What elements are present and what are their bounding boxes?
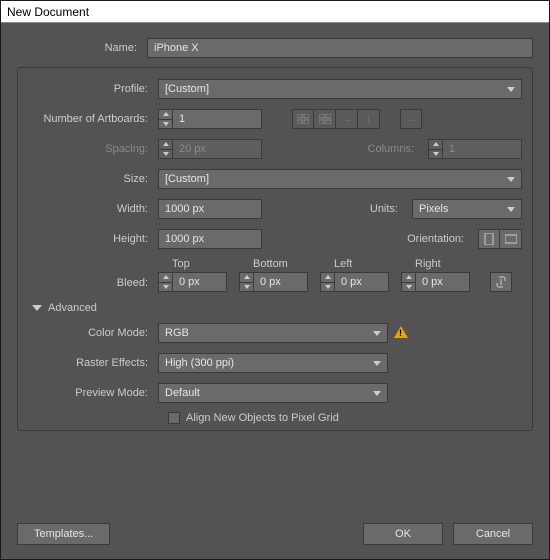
size-dropdown[interactable]: [Custom] <box>158 169 522 189</box>
chevron-down-icon <box>507 87 515 92</box>
color-mode-value: RGB <box>165 327 189 339</box>
artboards-stepper[interactable] <box>158 109 262 129</box>
chevron-down-icon <box>32 305 42 311</box>
profile-dropdown[interactable]: [Custom] <box>158 79 522 99</box>
arrow-right-icon[interactable]: → <box>336 109 358 129</box>
height-input[interactable] <box>158 229 262 249</box>
bleed-left-input[interactable] <box>334 272 389 292</box>
columns-input <box>442 139 522 159</box>
width-input[interactable] <box>158 199 262 219</box>
bleed-top-input[interactable] <box>172 272 227 292</box>
profile-value: [Custom] <box>165 83 209 95</box>
window-title: New Document <box>7 5 89 19</box>
orientation-label: Orientation: <box>407 233 472 245</box>
chevron-down-icon <box>507 207 515 212</box>
raster-label: Raster Effects: <box>28 357 158 369</box>
name-label: Name: <box>17 42 147 54</box>
link-bleed-icon[interactable] <box>490 272 512 292</box>
columns-label: Columns: <box>368 143 422 155</box>
preview-dropdown[interactable]: Default <box>158 383 388 403</box>
color-mode-label: Color Mode: <box>28 327 158 339</box>
chevron-down-icon <box>507 177 515 182</box>
height-label: Height: <box>28 233 158 245</box>
advanced-toggle[interactable]: Advanced <box>32 302 522 314</box>
titlebar[interactable]: New Document <box>1 1 549 23</box>
columns-stepper <box>428 139 522 159</box>
units-dropdown[interactable]: Pixels <box>412 199 522 219</box>
raster-dropdown[interactable]: High (300 ppi) <box>158 353 388 373</box>
units-value: Pixels <box>419 203 448 215</box>
align-grid-label: Align New Objects to Pixel Grid <box>186 412 339 424</box>
chevron-down-icon <box>373 391 381 396</box>
grid-col-icon[interactable] <box>314 109 336 129</box>
bleed-right-label: Right <box>401 258 470 270</box>
bleed-bottom-label: Bottom <box>239 258 308 270</box>
artboards-label: Number of Artboards: <box>28 113 158 125</box>
bleed-bottom-input[interactable] <box>253 272 308 292</box>
orientation-portrait-icon[interactable] <box>478 229 500 249</box>
arrow-down-icon[interactable]: ↓ <box>358 109 380 129</box>
preview-label: Preview Mode: <box>28 387 158 399</box>
cancel-button[interactable]: Cancel <box>453 523 533 545</box>
name-input[interactable] <box>147 38 533 58</box>
bleed-bottom-stepper[interactable] <box>239 272 308 292</box>
bleed-right-input[interactable] <box>415 272 470 292</box>
artboards-input[interactable] <box>172 109 262 129</box>
bleed-top-stepper[interactable] <box>158 272 227 292</box>
templates-button[interactable]: Templates... <box>17 523 110 545</box>
artboard-arrange-group: → ↓ <box>292 109 380 129</box>
spacing-label: Spacing: <box>28 143 158 155</box>
raster-value: High (300 ppi) <box>165 357 234 369</box>
bleed-label: Bleed: <box>28 277 158 292</box>
bleed-left-label: Left <box>320 258 389 270</box>
warning-icon <box>394 326 408 340</box>
preview-value: Default <box>165 387 200 399</box>
advanced-label: Advanced <box>48 302 97 314</box>
bleed-right-stepper[interactable] <box>401 272 470 292</box>
spacing-stepper <box>158 139 262 159</box>
arrow-ltr-icon[interactable]: → <box>400 109 422 129</box>
chevron-down-icon <box>373 331 381 336</box>
ok-button[interactable]: OK <box>363 523 443 545</box>
grid-row-icon[interactable] <box>292 109 314 129</box>
new-document-dialog: New Document Name: Profile: [Custom] Num… <box>0 0 550 560</box>
orientation-landscape-icon[interactable] <box>500 229 522 249</box>
units-label: Units: <box>346 203 406 215</box>
chevron-down-icon <box>373 361 381 366</box>
color-mode-dropdown[interactable]: RGB <box>158 323 388 343</box>
spacing-input <box>172 139 262 159</box>
bleed-left-stepper[interactable] <box>320 272 389 292</box>
profile-label: Profile: <box>28 83 158 95</box>
width-label: Width: <box>28 203 158 215</box>
size-value: [Custom] <box>165 173 209 185</box>
size-label: Size: <box>28 173 158 185</box>
bleed-top-label: Top <box>158 258 227 270</box>
align-grid-checkbox[interactable] <box>168 412 180 424</box>
